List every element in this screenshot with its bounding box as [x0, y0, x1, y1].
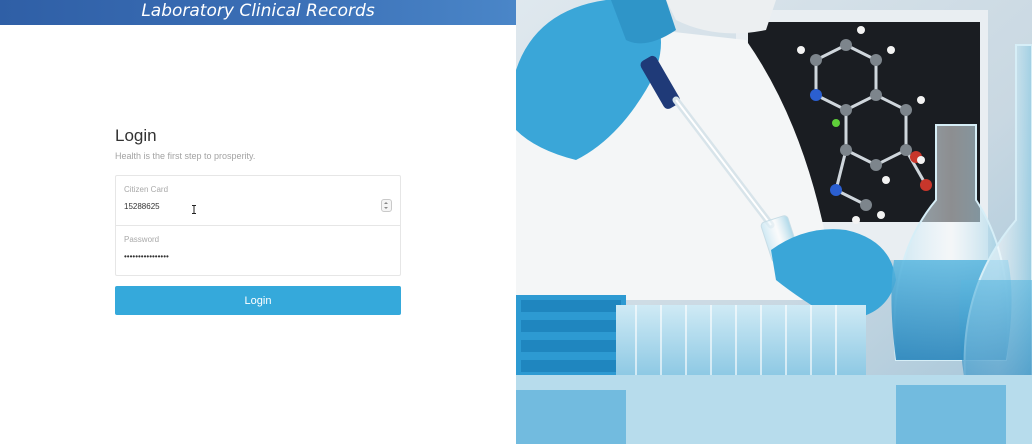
login-button[interactable]: Login: [115, 286, 401, 315]
password-field: Password: [116, 225, 400, 275]
login-form: Citizen Card Password: [115, 175, 401, 276]
login-panel: Laboratory Clinical Records Login Health…: [0, 0, 516, 444]
citizen-card-label: Citizen Card: [124, 185, 169, 194]
number-spinner-icon[interactable]: [381, 199, 392, 212]
citizen-card-input[interactable]: [122, 198, 394, 214]
laboratory-illustration: [516, 0, 1032, 444]
text-cursor-icon: [192, 205, 196, 214]
laboratory-photo: [516, 0, 1032, 444]
password-input[interactable]: [122, 248, 394, 264]
password-label: Password: [124, 235, 160, 244]
app-title-banner: Laboratory Clinical Records: [0, 0, 516, 25]
login-subtitle: Health is the first step to prosperity.: [115, 151, 256, 161]
citizen-card-field: Citizen Card: [116, 176, 400, 225]
login-heading: Login: [115, 126, 157, 145]
